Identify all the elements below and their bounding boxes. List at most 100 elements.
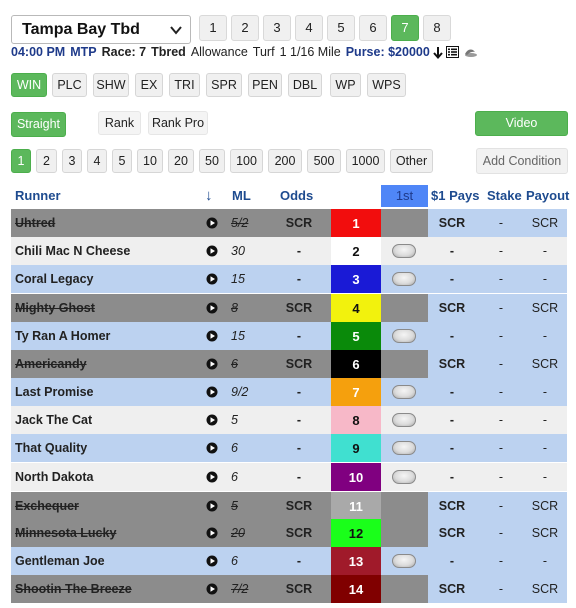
saddle-cloth-number: 7 [331,378,381,406]
runner-name[interactable]: Last Promise [15,378,94,406]
video-button[interactable]: Video [475,111,568,136]
play-icon[interactable] [205,209,219,237]
amount-5-button[interactable]: 5 [112,149,132,173]
dollar-pays: SCR [438,526,466,540]
pool-plc-button[interactable]: PLC [52,73,87,97]
race-tab-8[interactable]: 8 [423,15,451,41]
payout: - [542,244,548,258]
track-select[interactable]: Tampa Bay Tbd [11,15,191,44]
runner-name[interactable]: Chili Mac N Cheese [15,237,130,265]
play-icon[interactable] [205,378,219,406]
runner-name[interactable]: Americandy [15,350,87,378]
list-icon[interactable] [445,46,459,58]
runner-name[interactable]: Ty Ran A Homer [15,322,110,350]
race-tab-3[interactable]: 3 [263,15,291,41]
first-select-toggle[interactable] [389,463,419,491]
stake: - [498,526,504,540]
saddle-cloth-number: 13 [331,547,381,575]
amount-200-button[interactable]: 200 [268,149,302,173]
jockey-icon[interactable] [462,46,478,58]
play-icon[interactable] [205,322,219,350]
sort-arrow-icon[interactable]: ↓ [205,185,213,207]
first-select-toggle[interactable] [389,378,419,406]
pool-wps-button[interactable]: WPS [367,73,406,97]
pool-dbl-button[interactable]: DBL [288,73,322,97]
runner-name[interactable]: Gentleman Joe [15,547,105,575]
amount-500-button[interactable]: 500 [307,149,341,173]
live-odds: - [296,244,302,258]
amount-1-button[interactable]: 1 [11,149,31,173]
amount-4-button[interactable]: 4 [87,149,107,173]
dollar-pays: - [449,441,455,455]
amount-100-button[interactable]: 100 [230,149,263,173]
pool-tri-button[interactable]: TRI [169,73,200,97]
play-icon [206,471,218,483]
race-tab-6[interactable]: 6 [359,15,387,41]
first-select-toggle[interactable] [389,547,419,575]
play-icon[interactable] [205,265,219,293]
amount-1000-button[interactable]: 1000 [346,149,385,173]
pool-win-button[interactable]: WIN [11,73,47,97]
pool-wp-button[interactable]: WP [330,73,361,97]
race-tab-4[interactable]: 4 [295,15,323,41]
race-tab-1[interactable]: 1 [199,15,227,41]
runner-name[interactable]: Mighty Ghost [15,294,95,322]
saddle-cloth-number: 1 [331,209,381,237]
amount-other-button[interactable]: Other [390,149,433,173]
runner-name[interactable]: Uhtred [15,209,55,237]
first-select-toggle[interactable] [389,237,419,265]
first-select-toggle[interactable] [389,322,419,350]
first-select-toggle[interactable] [389,406,419,434]
amount-20-button[interactable]: 20 [168,149,194,173]
pool-pen-button[interactable]: PEN [248,73,282,97]
col-odds[interactable]: Odds [280,185,313,207]
runner-name[interactable]: Jack The Cat [15,406,92,434]
race-tab-2[interactable]: 2 [231,15,259,41]
play-icon[interactable] [205,575,219,603]
play-icon[interactable] [205,519,219,547]
play-icon [206,302,218,314]
pool-ex-button[interactable]: EX [135,73,163,97]
runner-name[interactable]: Exchequer [15,492,79,520]
runner-name[interactable]: Minnesota Lucky [15,519,116,547]
play-icon[interactable] [205,492,219,520]
first-select-toggle[interactable] [389,265,419,293]
amount-2-button[interactable]: 2 [36,149,57,173]
play-icon[interactable] [205,406,219,434]
dollar-pays: - [449,385,455,399]
runner-name[interactable]: North Dakota [15,463,93,491]
play-icon[interactable] [205,547,219,575]
amount-3-button[interactable]: 3 [62,149,82,173]
play-icon [206,273,218,285]
pool-shw-button[interactable]: SHW [93,73,129,97]
runner-name[interactable]: That Quality [15,434,87,462]
runner-name[interactable]: Shootin The Breeze [15,575,132,603]
play-icon[interactable] [205,350,219,378]
first-select-toggle[interactable] [389,434,419,462]
col-runner[interactable]: Runner [15,185,61,207]
col-ml[interactable]: ML [232,185,251,207]
live-odds: SCR [285,526,313,540]
video-label: Video [505,116,538,130]
play-icon[interactable] [205,434,219,462]
rank-button[interactable]: Rank [98,111,141,135]
pool-spr-button[interactable]: SPR [206,73,242,97]
play-icon[interactable] [205,294,219,322]
play-icon[interactable] [205,237,219,265]
stake: - [498,216,504,230]
amount-50-button[interactable]: 50 [199,149,225,173]
race-tab-5[interactable]: 5 [327,15,355,41]
table-header: Runner ↓ ML Odds 1st $1 Pays Stake Payou… [11,185,569,207]
first-cell-background [381,492,428,520]
runner-name[interactable]: Coral Legacy [15,265,94,293]
live-odds: - [296,385,302,399]
straight-button[interactable]: Straight [11,112,66,137]
rank-pro-button[interactable]: Rank Pro [148,111,208,135]
play-icon[interactable] [205,463,219,491]
play-icon [206,555,218,567]
add-condition-button[interactable]: Add Condition [476,148,568,174]
arrow-down-icon[interactable] [433,46,443,59]
amount-10-button[interactable]: 10 [137,149,163,173]
race-tab-7[interactable]: 7 [391,15,419,41]
morning-line: 6 [231,357,238,371]
